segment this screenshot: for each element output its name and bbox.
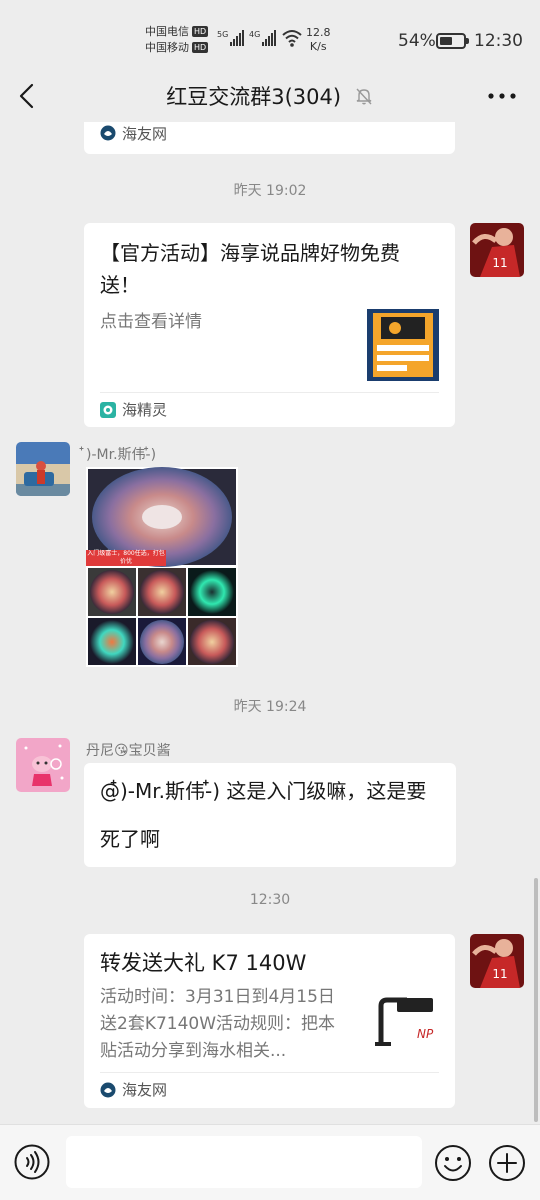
my-avatar[interactable]: 11: [470, 223, 524, 277]
sender-avatar-danni[interactable]: [16, 738, 70, 792]
scrollbar[interactable]: [534, 878, 538, 1122]
network-type-2: 4G: [249, 30, 261, 39]
timestamp: 昨天 19:02: [233, 183, 307, 199]
carrier-info: 中国电信 HD 中国移动 HD: [145, 24, 209, 56]
card-description: 点击查看详情: [100, 312, 202, 332]
input-bar: [0, 1124, 540, 1200]
chat-header: 红豆交流群3(304): [0, 70, 540, 122]
emoji-icon[interactable]: [434, 1144, 472, 1182]
sender-name: ໋)-Mr.斯伟-໋): [86, 447, 157, 463]
sender-name: 丹尼😘宝贝酱: [86, 743, 171, 759]
wifi-icon: [282, 30, 302, 47]
more-options-icon[interactable]: [486, 84, 518, 108]
network-type-1: 5G: [217, 30, 229, 39]
svg-text:11: 11: [492, 256, 507, 270]
timestamp: 12:30: [249, 892, 291, 908]
image-overlay-label: 入门级富士，800任选，打包价优: [86, 550, 166, 566]
message-list[interactable]: 海友网 昨天 19:02 【官方活动】海享说品牌好物免费送！ 点击查看详情 海精…: [0, 122, 540, 1124]
chat-title: 红豆交流群3(304): [0, 81, 540, 111]
signal-icon-2: 4G: [249, 30, 277, 46]
card-title: 转发送大礼 K7 140W: [100, 951, 307, 975]
status-time: 12:30: [474, 31, 523, 51]
plus-icon[interactable]: [488, 1144, 526, 1182]
my-avatar[interactable]: 11: [470, 934, 524, 988]
card-source: 海友网: [100, 1072, 439, 1106]
shared-link-card[interactable]: 转发送大礼 K7 140W 活动时间：3月31日到4月15日送2套K7140W活…: [84, 934, 455, 1108]
coral-image[interactable]: [86, 467, 238, 667]
promo-link-card[interactable]: 【官方活动】海享说品牌好物免费送！ 点击查看详情 海精灵: [84, 223, 455, 427]
card-description: 活动时间：3月31日到4月15日送2套K7140W活动规则：把本贴活动分享到海水…: [100, 987, 336, 1061]
card-source: 海友网: [100, 122, 439, 150]
network-speed: 12.8 K/s: [306, 26, 331, 53]
carrier-2: 中国移动: [145, 41, 189, 54]
haiyou-logo-icon: [100, 125, 116, 141]
card-title: 【官方活动】海享说品牌好物免费送！: [100, 241, 400, 297]
thumb-brand-text: NP: [417, 1027, 434, 1041]
message-input[interactable]: [66, 1136, 422, 1188]
svg-text:11: 11: [492, 967, 507, 981]
card-thumbnail: [367, 309, 439, 381]
hd-badge-1: HD: [192, 26, 209, 37]
carrier-1: 中国电信: [145, 25, 189, 38]
voice-input-icon[interactable]: [14, 1144, 50, 1180]
haiyou-logo-icon: [100, 1082, 116, 1097]
hd-badge-2: HD: [192, 42, 209, 53]
battery-icon: [436, 33, 469, 49]
sender-avatar-mr-siwei[interactable]: [16, 442, 70, 496]
signal-icon-1: 5G: [217, 30, 245, 46]
hai-jingling-logo-icon: [100, 401, 116, 418]
card-thumbnail: NP: [367, 986, 439, 1058]
text-message-bubble[interactable]: @໋)-Mr.斯伟-໋) 这是入门级嘛，这是要死了啊: [84, 763, 456, 867]
battery-percent: 54%: [398, 31, 436, 51]
timestamp: 昨天 19:24: [233, 699, 307, 715]
mute-bell-icon: [356, 88, 372, 105]
status-bar: 中国电信 HD 中国移动 HD 5G 4G 12.8 K/s 54% 12:30: [0, 0, 540, 70]
card-source: 海精灵: [100, 392, 439, 426]
shared-link-card-partial[interactable]: 海友网: [84, 122, 455, 154]
